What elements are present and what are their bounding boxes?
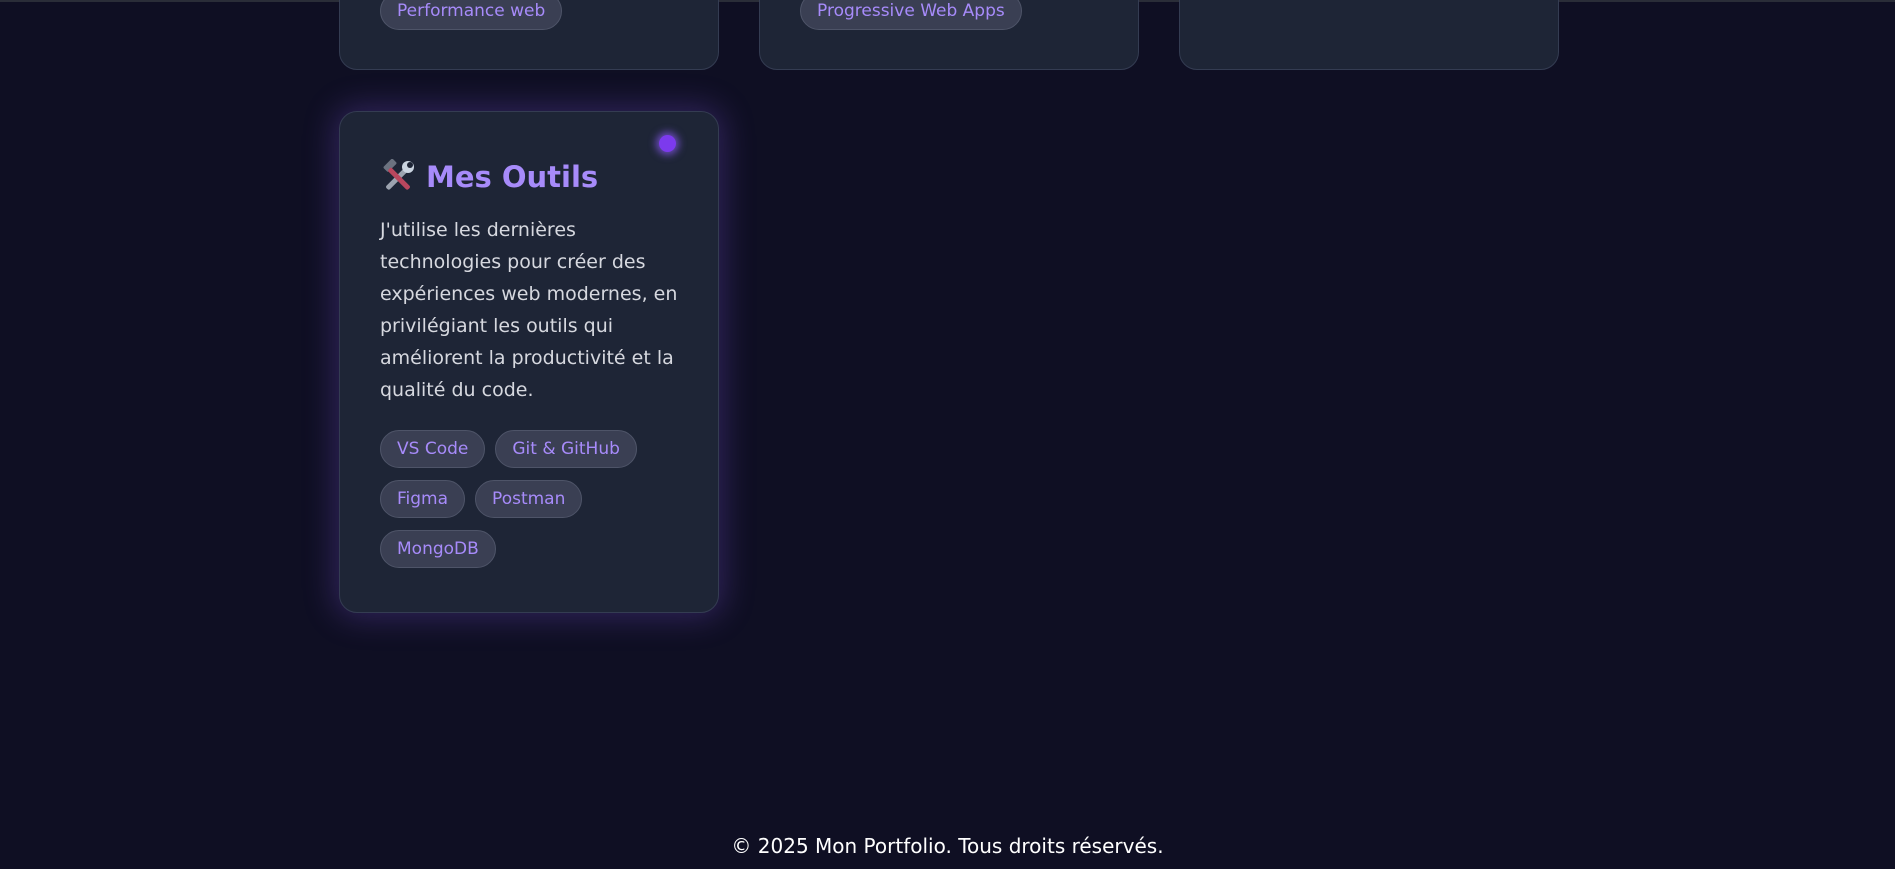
tag-git-github: Git & GitHub xyxy=(495,430,637,468)
tag-mongodb: MongoDB xyxy=(380,530,496,568)
tag-figma: Figma xyxy=(380,480,466,518)
glow-dot-decoration xyxy=(659,135,676,152)
tools-card-title: Mes Outils xyxy=(380,152,678,202)
tools-card-title-text: Mes Outils xyxy=(426,160,599,194)
tools-card-description: J'utilise les dernières technologies pou… xyxy=(380,219,678,401)
skill-card-2: Progressive Web Apps xyxy=(759,0,1139,70)
hammer-and-wrench-icon xyxy=(383,159,414,190)
tag-progressive-web-apps: Progressive Web Apps xyxy=(800,0,1022,30)
skill-card-3 xyxy=(1179,0,1559,70)
portfolio-page: Performance web Progressive Web Apps Mes… xyxy=(0,0,1895,869)
tag-performance-web: Performance web xyxy=(380,0,563,30)
tools-card: Mes Outils J'utilise les dernières techn… xyxy=(339,111,719,613)
tag-postman: Postman xyxy=(475,480,583,518)
tag-vs-code: VS Code xyxy=(380,430,486,468)
tools-tag-list: VS Code Git & GitHub Figma Postman Mongo… xyxy=(380,430,690,568)
footer-copyright: © 2025 Mon Portfolio. Tous droits réserv… xyxy=(731,834,1164,858)
skill-card-1: Performance web xyxy=(339,0,719,70)
